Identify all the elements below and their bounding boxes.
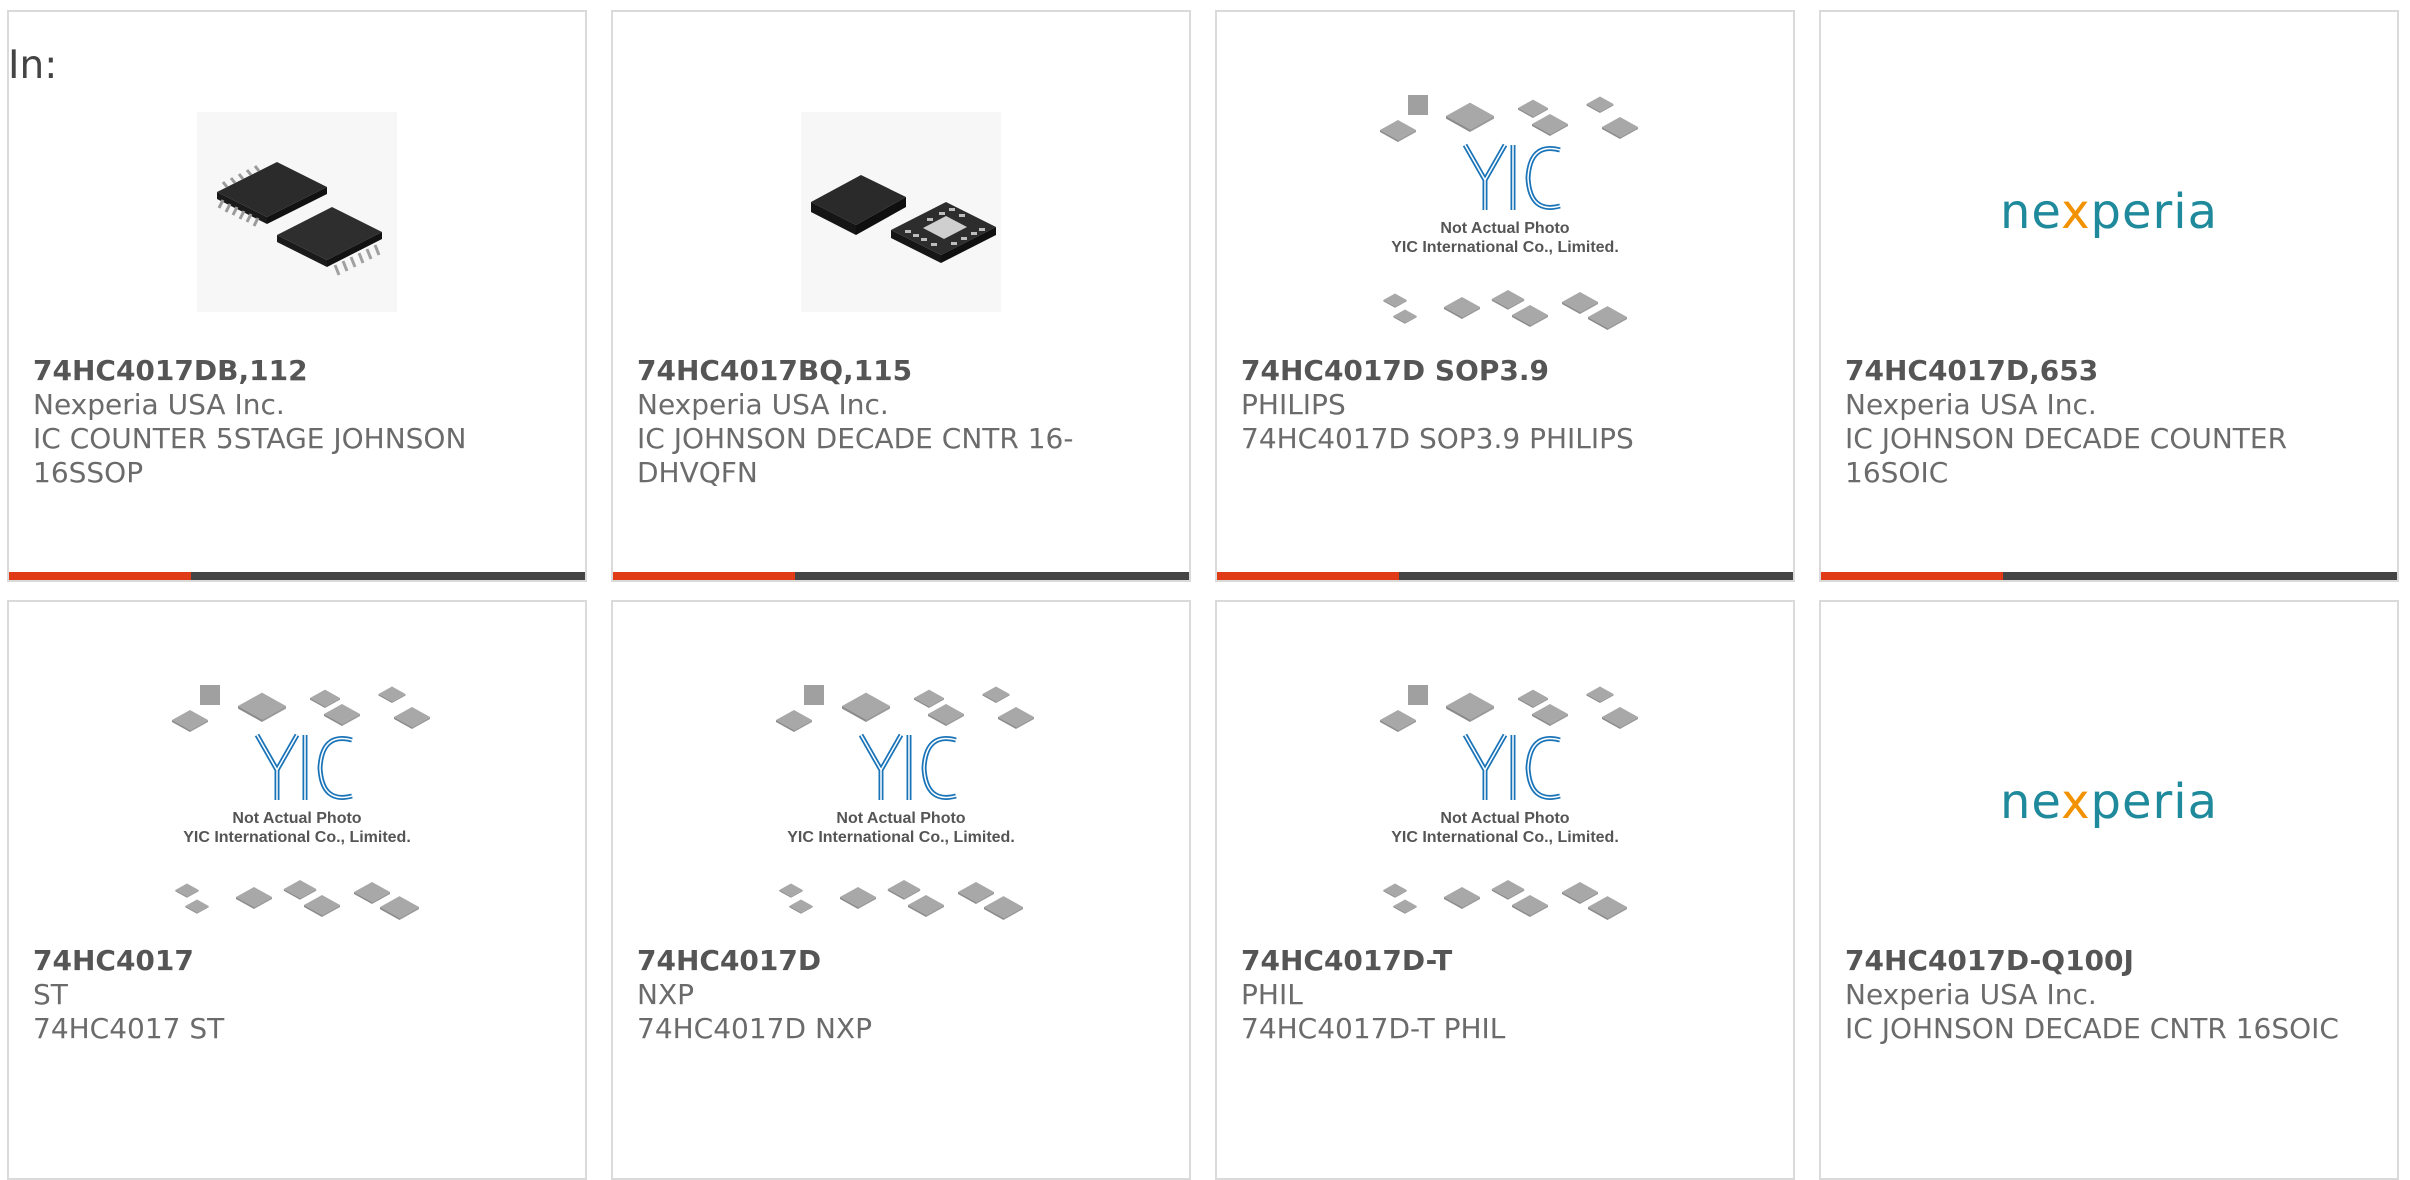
product-image[interactable]: nexperia: [1821, 657, 2397, 947]
product-image[interactable]: Not Actual Photo YIC International Co., …: [1217, 67, 1793, 357]
part-number[interactable]: 74HC4017D: [637, 944, 1165, 978]
yic-placeholder-image: Not Actual Photo YIC International Co., …: [172, 684, 430, 920]
yic-placeholder-image: Not Actual Photo YIC International Co., …: [1380, 684, 1638, 920]
placeholder-line2: YIC International Co., Limited.: [1391, 829, 1619, 846]
product-card[interactable]: Not Actual Photo YIC International Co., …: [611, 600, 1191, 1180]
nexperia-logo: nexperia: [2000, 184, 2218, 240]
product-image[interactable]: Not Actual Photo YIC International Co., …: [9, 657, 585, 947]
product-card[interactable]: 74HC4017DB,112 Nexperia USA Inc. IC COUN…: [7, 10, 587, 582]
placeholder-line1: Not Actual Photo: [1440, 810, 1569, 827]
yic-placeholder-image: Not Actual Photo YIC International Co., …: [776, 684, 1034, 920]
placeholder-line2: YIC International Co., Limited.: [1391, 239, 1619, 256]
card-bottom-bar: [1217, 572, 1793, 580]
yic-placeholder-image: Not Actual Photo YIC International Co., …: [1380, 94, 1638, 330]
description: IC COUNTER 5STAGE JOHNSON 16SSOP: [33, 422, 467, 489]
placeholder-line2: YIC International Co., Limited.: [183, 829, 411, 846]
part-number[interactable]: 74HC4017DB,112: [33, 354, 561, 388]
product-card[interactable]: 74HC4017BQ,115 Nexperia USA Inc. IC JOHN…: [611, 10, 1191, 582]
product-card[interactable]: nexperia 74HC4017D,653 Nexperia USA Inc.…: [1819, 10, 2399, 582]
part-number[interactable]: 74HC4017D,653: [1845, 354, 2373, 388]
placeholder-line2: YIC International Co., Limited.: [787, 829, 1015, 846]
manufacturer: Nexperia USA Inc.: [637, 388, 889, 421]
product-card[interactable]: nexperia 74HC4017D-Q100J Nexperia USA In…: [1819, 600, 2399, 1180]
nexperia-logo: nexperia: [2000, 774, 2218, 830]
product-image[interactable]: [9, 67, 585, 357]
description: IC JOHNSON DECADE CNTR 16SOIC: [1845, 1012, 2339, 1045]
manufacturer: PHILIPS: [1241, 388, 1346, 421]
placeholder-line1: Not Actual Photo: [232, 810, 361, 827]
product-image[interactable]: Not Actual Photo YIC International Co., …: [1217, 657, 1793, 947]
ssop-chip-photo: [197, 112, 397, 312]
manufacturer: NXP: [637, 978, 695, 1011]
manufacturer: Nexperia USA Inc.: [33, 388, 285, 421]
placeholder-line1: Not Actual Photo: [1440, 220, 1569, 237]
product-image[interactable]: Not Actual Photo YIC International Co., …: [613, 657, 1189, 947]
part-number[interactable]: 74HC4017D-Q100J: [1845, 944, 2373, 978]
product-image[interactable]: [613, 67, 1189, 357]
qfn-chip-photo: [801, 112, 1001, 312]
card-bottom-bar: [1821, 572, 2397, 580]
manufacturer: Nexperia USA Inc.: [1845, 388, 2097, 421]
placeholder-line1: Not Actual Photo: [836, 810, 965, 827]
product-image[interactable]: nexperia: [1821, 67, 2397, 357]
description: 74HC4017D NXP: [637, 1012, 872, 1045]
description: 74HC4017 ST: [33, 1012, 225, 1045]
manufacturer: ST: [33, 978, 68, 1011]
product-card[interactable]: Not Actual Photo YIC International Co., …: [7, 600, 587, 1180]
part-number[interactable]: 74HC4017D-T: [1241, 944, 1769, 978]
description: IC JOHNSON DECADE COUNTER 16SOIC: [1845, 422, 2288, 489]
description: 74HC4017D SOP3.9 PHILIPS: [1241, 422, 1634, 455]
card-bottom-bar: [9, 572, 585, 580]
part-number[interactable]: 74HC4017BQ,115: [637, 354, 1165, 388]
search-in-label: In:: [8, 43, 58, 88]
part-number[interactable]: 74HC4017D SOP3.9: [1241, 354, 1769, 388]
manufacturer: PHIL: [1241, 978, 1303, 1011]
card-bottom-bar: [613, 572, 1189, 580]
part-number[interactable]: 74HC4017: [33, 944, 561, 978]
description: IC JOHNSON DECADE CNTR 16-DHVQFN: [637, 422, 1074, 489]
description: 74HC4017D-T PHIL: [1241, 1012, 1506, 1045]
manufacturer: Nexperia USA Inc.: [1845, 978, 2097, 1011]
product-card[interactable]: Not Actual Photo YIC International Co., …: [1215, 600, 1795, 1180]
product-card[interactable]: Not Actual Photo YIC International Co., …: [1215, 10, 1795, 582]
